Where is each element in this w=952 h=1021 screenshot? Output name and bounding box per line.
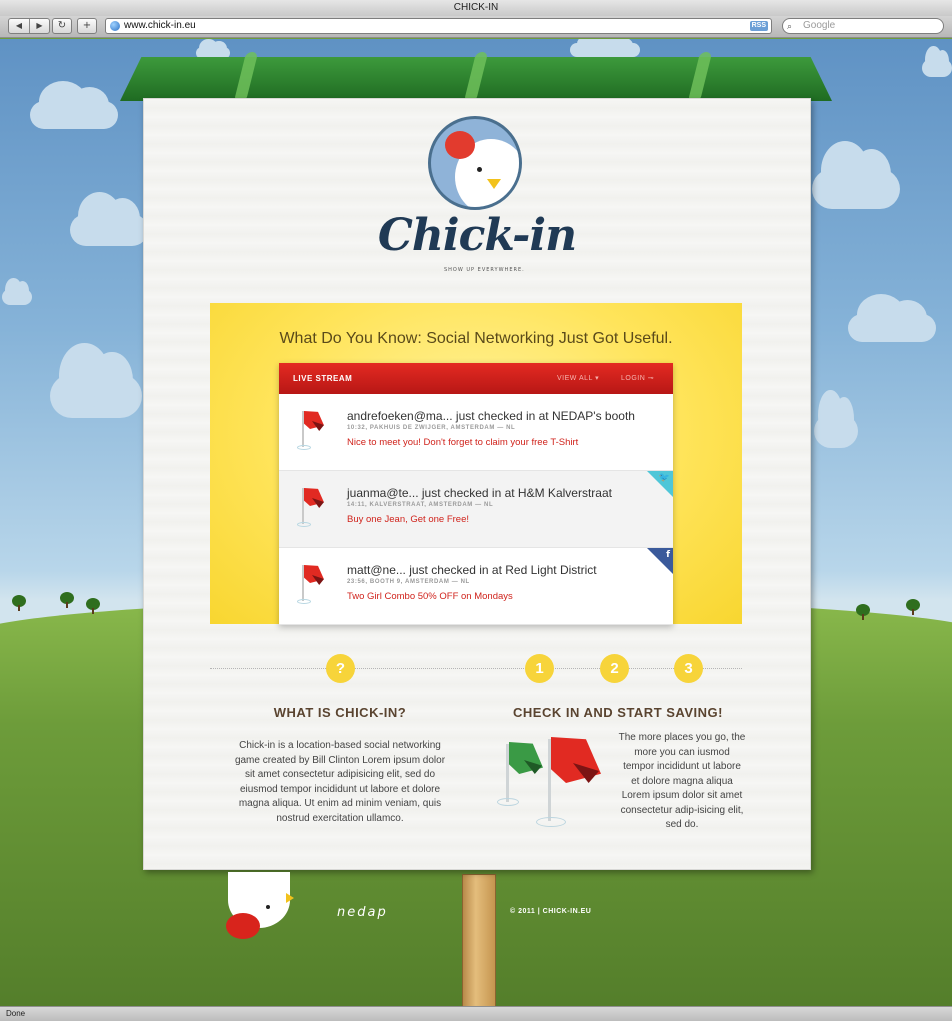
chick-comb	[445, 131, 475, 159]
question-badge: ?	[326, 654, 355, 683]
entry-checkin-text[interactable]: matt@ne... just checked in at Red Light …	[347, 563, 597, 577]
cloud	[848, 294, 936, 342]
what-is-text: Chick-in is a location-based social netw…	[234, 740, 446, 824]
chick-eye	[266, 905, 270, 909]
entry-meta: 14:11, KALVERSTRAAT, AMSTERDAM — NL	[347, 502, 494, 508]
tree	[906, 599, 920, 615]
copyright: © 2011 | CHICK-IN.EU	[510, 908, 592, 915]
entry-offer: Two Girl Combo 50% OFF on Mondays	[347, 591, 513, 602]
cloud	[922, 46, 952, 77]
search-placeholder: Google	[803, 20, 836, 31]
entry-meta: 10:32, PAKHUIS DE ZWIJGER, AMSTERDAM — N…	[347, 425, 516, 431]
checkin-title: CHECK IN AND START SAVING!	[513, 705, 723, 720]
entry-offer: Nice to meet you! Don't forget to claim …	[347, 437, 579, 448]
browser-toolbar: ◀ ▶ ↻ + www.chick-in.eu RSS ⌕ Google	[0, 16, 952, 38]
chick-logo-icon[interactable]	[428, 116, 522, 210]
search-input[interactable]: ⌕ Google	[782, 18, 944, 34]
tree	[856, 604, 870, 620]
step-1-badge: 1	[525, 654, 554, 683]
red-flag-icon	[536, 737, 604, 833]
entry-offer: Buy one Jean, Get one Free!	[347, 514, 469, 525]
login-link[interactable]: LOGIN ⊸	[621, 374, 654, 382]
stream-entry[interactable]: andrefoeken@ma... just checked in at NED…	[279, 394, 673, 471]
facebook-icon[interactable]: f	[647, 548, 673, 574]
stream-entry[interactable]: juanma@te... just checked in at H&M Kalv…	[279, 471, 673, 548]
live-stream-header: LIVE STREAM VIEW ALL ▾ LOGIN ⊸	[279, 363, 673, 394]
entry-checkin-text[interactable]: juanma@te... just checked in at H&M Kalv…	[347, 486, 612, 500]
twitter-icon[interactable]: 🐦	[647, 471, 673, 497]
stream-entry[interactable]: matt@ne... just checked in at Red Light …	[279, 548, 673, 625]
brand-logo-text[interactable]: Chick-in	[143, 210, 811, 261]
live-stream-widget: LIVE STREAM VIEW ALL ▾ LOGIN ⊸ andrefoek…	[279, 363, 673, 625]
step-3-badge: 3	[674, 654, 703, 683]
cloud	[2, 277, 32, 305]
dotted-divider	[210, 668, 742, 669]
sign-post	[462, 874, 496, 1009]
cloud	[570, 39, 640, 57]
rss-button[interactable]: RSS	[749, 21, 768, 31]
green-flag-icon	[497, 742, 546, 812]
entry-checkin-text[interactable]: andrefoeken@ma... just checked in at NED…	[347, 409, 635, 423]
checkin-text: The more places you go, the more you can…	[618, 732, 746, 830]
search-icon: ⌕	[787, 21, 793, 31]
status-bar: Done	[0, 1006, 952, 1021]
chick-eye	[477, 167, 482, 172]
forward-button[interactable]: ▶	[29, 19, 49, 33]
tree	[86, 598, 100, 614]
cloud	[814, 390, 858, 448]
reload-button[interactable]: ↻	[52, 18, 72, 34]
cloud	[812, 141, 900, 209]
hero-headline: What Do You Know: Social Networking Just…	[279, 330, 673, 347]
chick-beak	[286, 893, 294, 903]
back-forward-group: ◀ ▶	[8, 18, 50, 34]
cloud	[70, 191, 148, 246]
flag-icon	[297, 409, 329, 455]
flag-icon	[297, 486, 329, 532]
tree	[12, 595, 26, 611]
address-bar[interactable]: www.chick-in.eu RSS	[105, 18, 772, 34]
chick-comb	[226, 913, 260, 939]
view-all-link[interactable]: VIEW ALL ▾	[557, 374, 599, 382]
cloud	[30, 81, 118, 129]
step-2-badge: 2	[600, 654, 629, 683]
window-title: CHICK-IN	[0, 0, 952, 16]
globe-icon	[110, 21, 120, 31]
add-bookmark-button[interactable]: +	[77, 18, 97, 34]
entry-meta: 23:56, BOOTH 9, AMSTERDAM — NL	[347, 579, 470, 585]
chick-beak	[487, 179, 501, 189]
tagline: SHOW UP EVERYWHERE.	[444, 267, 525, 273]
nedap-logo[interactable]: nedap	[337, 905, 388, 920]
cloud	[50, 343, 142, 418]
what-is-title: WHAT IS CHICK-IN?	[273, 705, 407, 720]
back-button[interactable]: ◀	[9, 19, 29, 33]
live-stream-title: LIVE STREAM	[293, 374, 353, 383]
tree	[60, 592, 74, 608]
flag-icon	[297, 563, 329, 609]
url-text[interactable]: www.chick-in.eu	[124, 19, 196, 33]
